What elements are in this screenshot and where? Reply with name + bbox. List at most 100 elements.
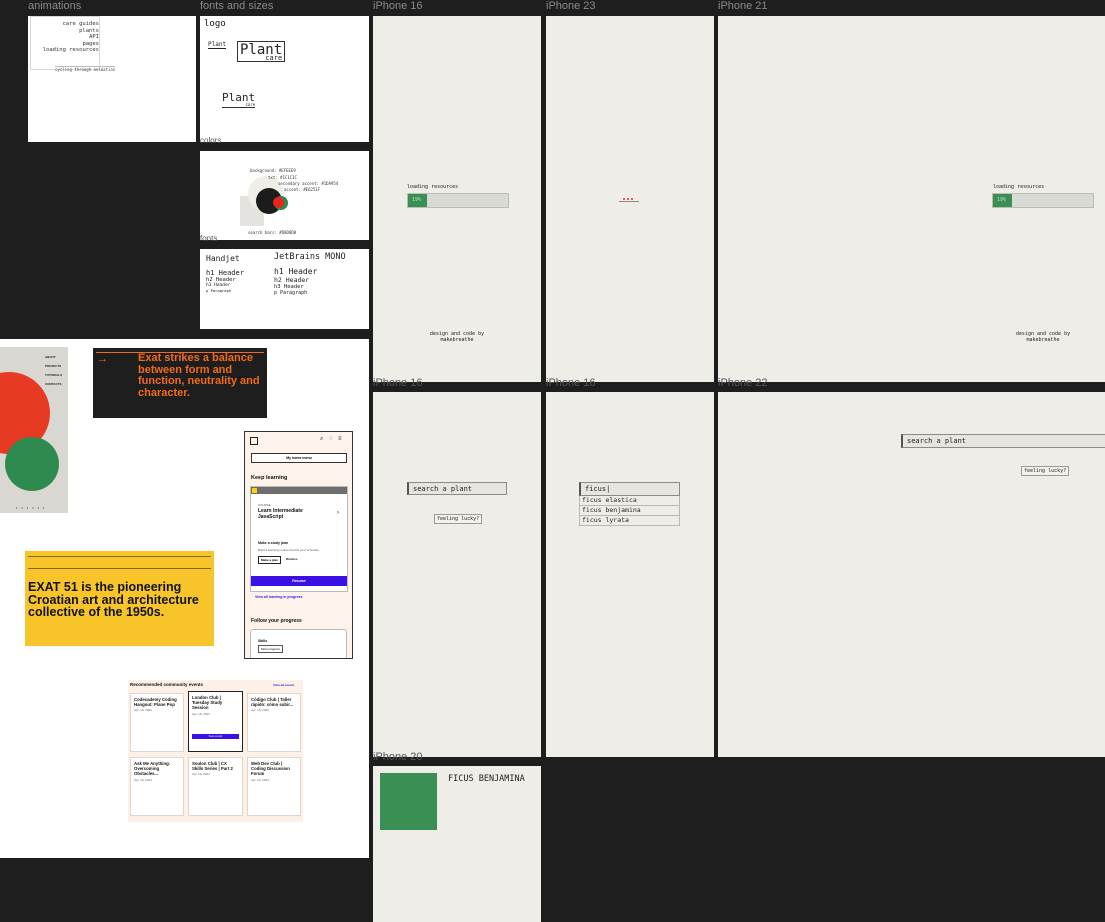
feeling-lucky-button[interactable]: feeling lucky? xyxy=(1021,466,1070,476)
font-name-handjet: Handjet xyxy=(206,254,240,263)
color-note-secondary: secondary accent: #1DA954 xyxy=(278,181,339,186)
course-card-header xyxy=(251,487,347,494)
jetbrains-h1: h1 Header xyxy=(274,267,318,276)
event-card[interactable]: Código Club | Taller rápido: cómo subir.… xyxy=(247,693,301,752)
fonts-frame[interactable]: Handjet h1 Header h2 Header h3 Header p … xyxy=(200,249,369,329)
course-card[interactable]: COURSE Learn Intermediate JavaScript › M… xyxy=(250,486,348,592)
home-menu-button[interactable]: My home menu xyxy=(251,453,347,463)
dismiss-button[interactable]: Dismiss xyxy=(286,557,298,561)
save-spot-button[interactable]: Save a spot xyxy=(192,734,239,739)
font-name-jetbrains: JetBrains MONO xyxy=(274,252,346,262)
course-title: Learn Intermediate JavaScript xyxy=(258,508,303,520)
event-card[interactable]: Ask Me Anything: Overcoming Obstacles...… xyxy=(130,757,184,816)
search-icon[interactable]: ⌕ xyxy=(320,436,323,443)
events-heading: Recommended community events xyxy=(130,682,204,687)
moodboard-frame[interactable]: ABOUT PROJECTS TUTORIALS CONTACTS ••••••… xyxy=(0,339,369,858)
poster-nav-item[interactable]: ABOUT xyxy=(45,353,62,362)
event-date: Apr. 16, 2024 xyxy=(134,708,152,713)
logo-large: Plant care xyxy=(237,41,286,62)
phone-search[interactable]: search a plant feeling lucky? xyxy=(373,392,541,757)
event-card[interactable]: Web Dev Club | Coding Discussion Forum A… xyxy=(247,757,301,816)
suggestion-item[interactable]: ficus elastica xyxy=(579,496,680,506)
poster-nav-item[interactable]: PROJECTS xyxy=(45,362,62,371)
exat-banner-text: Exat strikes a balance between form and … xyxy=(138,352,260,399)
suggestion-item[interactable]: ficus benjamina xyxy=(579,506,680,516)
event-date: Apr. 16, 2024 xyxy=(134,777,152,782)
event-title: London Club | Tuesday Study Session xyxy=(192,695,223,711)
frame-label-fonts[interactable]: fonts xyxy=(200,234,217,243)
event-card[interactable]: Soulon Club | CX Skills Series | Part 2 … xyxy=(188,757,243,816)
view-all-events-link[interactable]: View all events xyxy=(273,683,294,687)
frame-label-iphone-bottom[interactable]: iPhone 20 xyxy=(373,751,423,763)
poster-nav: ABOUT PROJECTS TUTORIALS CONTACTS xyxy=(45,353,62,389)
animation-preview: care guides plants API pages loading res… xyxy=(30,16,116,72)
menu-icon[interactable]: ≡ xyxy=(338,436,342,442)
color-swatch-accent xyxy=(273,197,284,208)
logo-medium: Plant care xyxy=(222,90,256,108)
frame-label-iphone-mid2[interactable]: iPhone 16 xyxy=(546,377,596,389)
frame-label-iphone22[interactable]: iPhone 22 xyxy=(718,377,768,389)
animations-frame[interactable]: care guides plants API pages loading res… xyxy=(28,16,196,142)
resume-button[interactable]: Resume xyxy=(251,576,347,586)
frame-label-iphone-mid1[interactable]: iPhone 16 xyxy=(373,377,423,389)
logo-icon xyxy=(250,437,258,445)
event-title: Código Club | Taller rápido: cómo subir.… xyxy=(251,697,294,708)
phone-loader[interactable] xyxy=(546,16,714,382)
follow-progress-heading: Follow your progress xyxy=(251,618,302,624)
yellow-rule xyxy=(28,566,211,569)
phone-plant-detail[interactable]: FICUS BENJAMINA xyxy=(373,766,541,922)
event-card[interactable]: London Club | Tuesday Study Session Apr.… xyxy=(188,691,243,752)
chevron-right-icon[interactable]: › xyxy=(337,510,339,516)
most-progress-select[interactable]: Most progress xyxy=(258,645,284,653)
keep-learning-heading: Keep learning xyxy=(251,475,288,481)
anim-item: care guides xyxy=(62,21,99,27)
feeling-lucky-button[interactable]: feeling lucky? xyxy=(434,514,483,524)
phone-search-wide[interactable]: search a plant feeling lucky? xyxy=(718,392,1105,757)
search-input[interactable]: search a plant xyxy=(407,482,507,495)
phone-loading-wide[interactable]: loading resources 19% design and code by… xyxy=(718,16,1105,382)
credits: design and code by makebreathe xyxy=(373,331,541,343)
phone-loading[interactable]: loading resources 19% design and code by… xyxy=(373,16,541,382)
frame-label-iphone16[interactable]: iPhone 16 xyxy=(373,0,423,12)
frame-label-iphone21[interactable]: iPhone 21 xyxy=(718,0,768,12)
anim-item: API xyxy=(89,34,99,41)
handjet-h1: h1 Header xyxy=(206,269,244,277)
arrow-right-icon: → xyxy=(97,353,108,365)
frame-label-iphone23[interactable]: iPhone 23 xyxy=(546,0,596,12)
loading-label: loading resources xyxy=(993,184,1045,190)
poster-nav-item[interactable]: TUTORIALS xyxy=(45,371,62,380)
jetbrains-h2: h2 Header xyxy=(274,276,310,284)
exat-yellow-banner: EXAT 51 is the pioneering Croatian art a… xyxy=(25,551,214,646)
colors-frame[interactable]: background: #EFEEE9 txt: #1C1C1C seconda… xyxy=(200,151,369,240)
course-tag: COURSE xyxy=(258,503,271,507)
bell-icon[interactable]: ◌ xyxy=(329,436,333,442)
loader-dot xyxy=(631,198,633,200)
event-card[interactable]: Codecademy Coding Hangout: Plane Pop Apr… xyxy=(130,693,184,752)
frame-label-fonts-sizes[interactable]: fonts and sizes xyxy=(200,0,273,12)
event-title: Web Dev Club | Coding Discussion Forum xyxy=(251,761,290,777)
study-plan-desc: Build a learning routine that fits your … xyxy=(258,548,320,552)
event-date: Apr. 16, 2024 xyxy=(251,708,269,713)
view-all-learning-link[interactable]: View all learning in progress xyxy=(255,595,302,599)
course-badge xyxy=(252,488,257,493)
poster-social-icons: •••••• xyxy=(16,505,49,510)
animation-list: care guides plants API pages loading res… xyxy=(37,21,99,54)
exat-yellow-text: EXAT 51 is the pioneering Croatian art a… xyxy=(28,580,199,619)
search-input[interactable]: search a plant xyxy=(901,434,1105,448)
loader-dot xyxy=(627,198,629,200)
plant-image xyxy=(380,773,437,830)
frame-label-animations[interactable]: animations xyxy=(28,0,81,12)
loading-progress-fill: 19% xyxy=(408,194,427,207)
make-plan-button[interactable]: Make a plan xyxy=(258,556,282,564)
handjet-p: p Paragraph xyxy=(206,288,232,293)
frame-label-colors[interactable]: colors xyxy=(200,136,221,145)
poster-nav-item[interactable]: CONTACTS xyxy=(45,380,62,389)
suggestion-list: ficus elastica ficus benjamina ficus lyr… xyxy=(579,496,680,526)
event-date: Apr. 16, 2024 xyxy=(192,772,210,777)
suggestion-item[interactable]: ficus lyrata xyxy=(579,516,680,526)
search-input-active[interactable]: ficus| xyxy=(579,482,680,496)
logo-frame[interactable]: logo Plant Plant care Plant care xyxy=(200,16,369,142)
logo-heading: logo xyxy=(204,19,226,29)
phone-search-dropdown[interactable]: ficus| ficus elastica ficus benjamina fi… xyxy=(546,392,714,757)
loading-progress-fill: 19% xyxy=(993,194,1012,207)
